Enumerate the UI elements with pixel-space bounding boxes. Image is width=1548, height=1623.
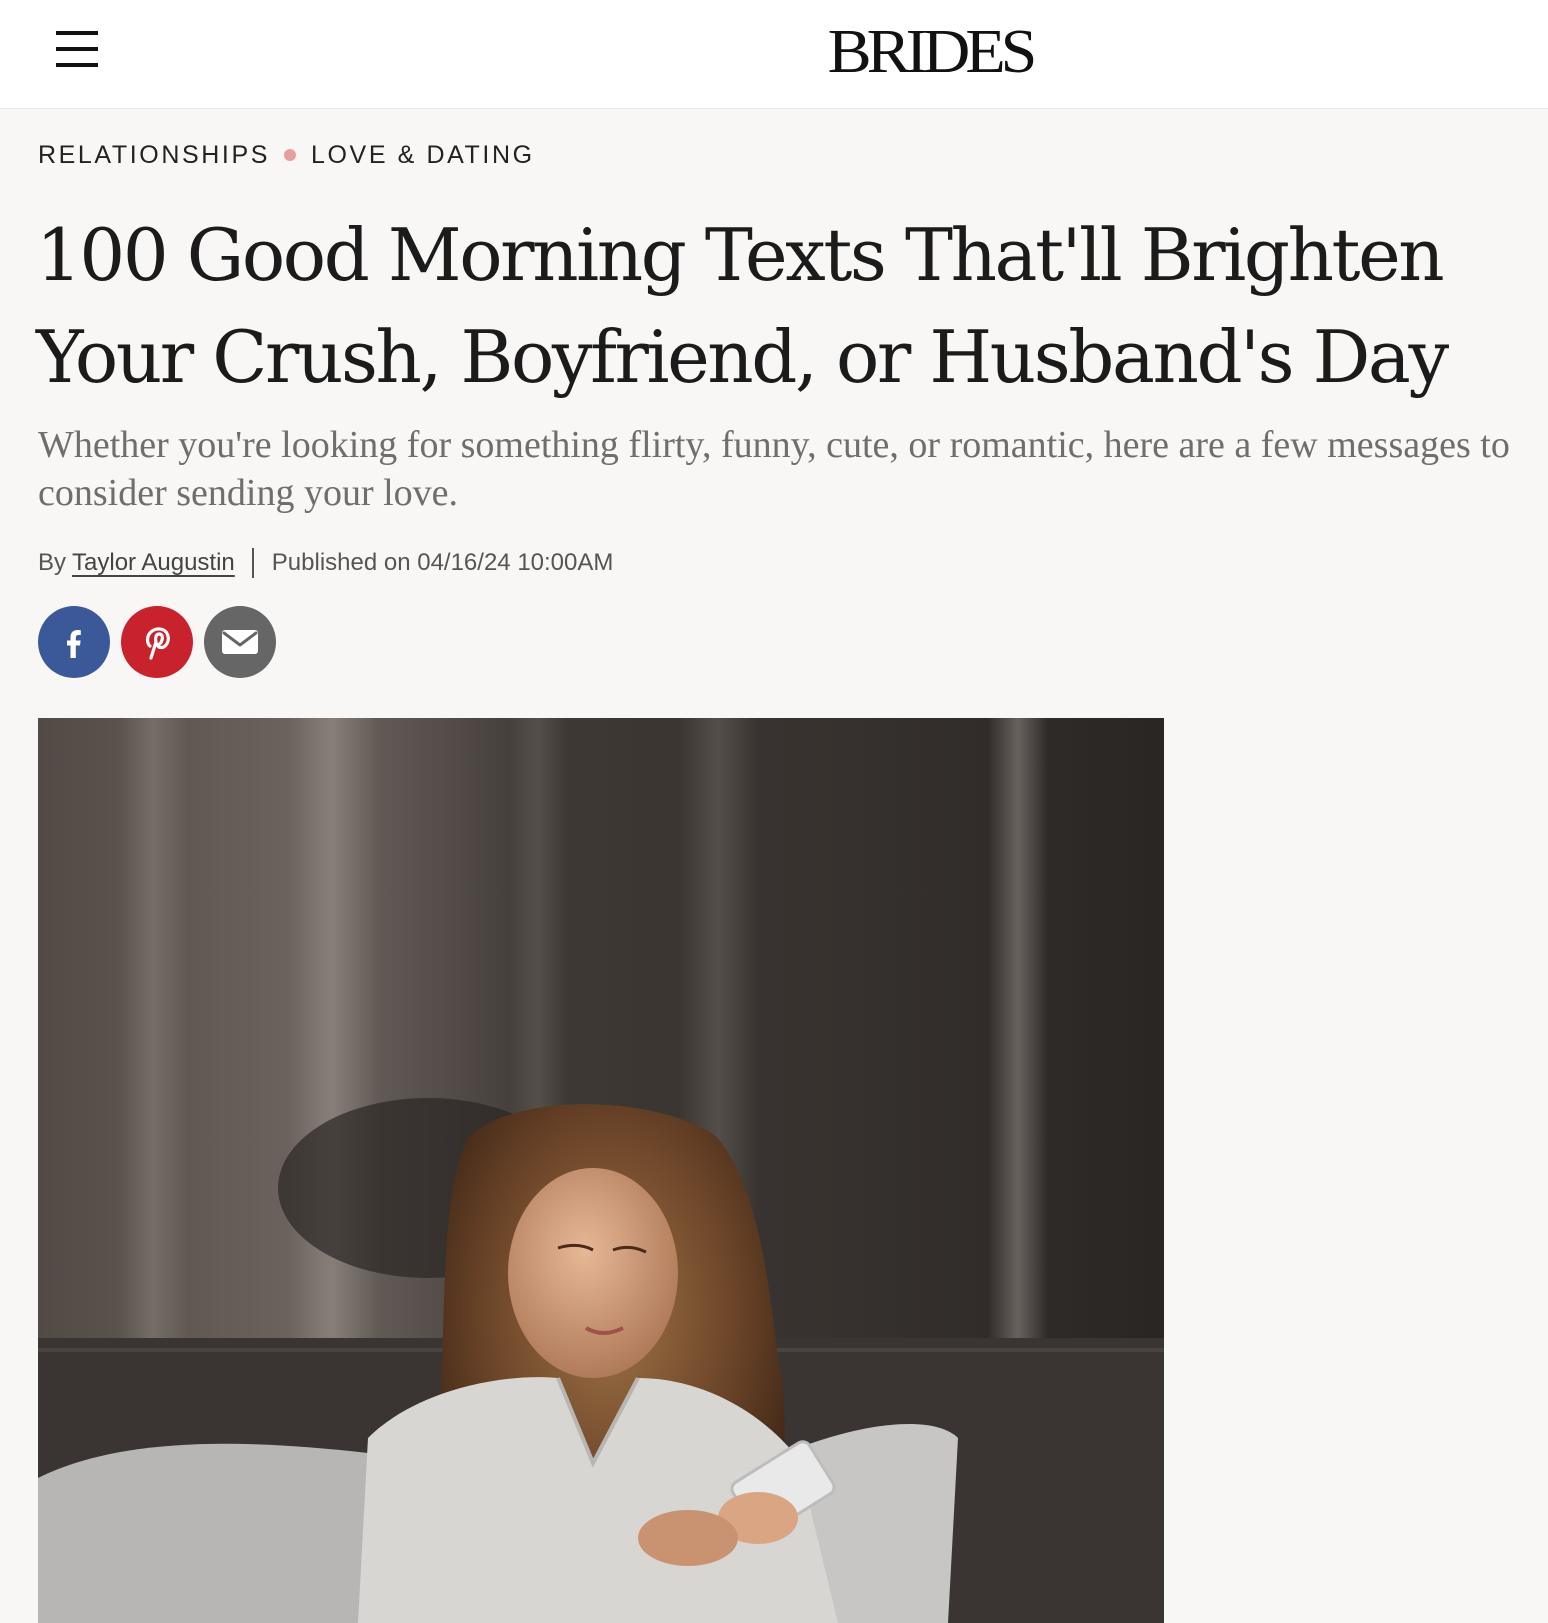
site-header: BRIDES	[0, 0, 1548, 109]
article-byline: By Taylor Augustin Published on 04/16/24…	[38, 546, 613, 580]
byline-by-label: By	[38, 549, 67, 576]
author-link[interactable]: Taylor Augustin	[72, 549, 235, 577]
hero-image	[38, 718, 1164, 1623]
breadcrumb: RELATIONSHIPS LOVE & DATING	[38, 138, 535, 172]
breadcrumb-relationships[interactable]: RELATIONSHIPS	[38, 141, 270, 170]
pinterest-icon	[145, 627, 170, 660]
brides-logo[interactable]: BRIDES	[820, 16, 1040, 88]
breadcrumb-separator-dot	[284, 149, 296, 161]
woman-in-bed-looking-at-phone-photo	[38, 718, 1164, 1623]
breadcrumb-love-dating[interactable]: LOVE & DATING	[311, 141, 535, 170]
email-icon	[222, 630, 258, 654]
byline-divider	[251, 548, 254, 578]
social-share-bar	[38, 606, 276, 678]
facebook-share-button[interactable]	[38, 606, 110, 678]
email-share-button[interactable]	[204, 606, 276, 678]
facebook-icon	[67, 630, 81, 658]
article-title: 100 Good Morning Texts That'll Brighten …	[36, 213, 1449, 399]
article-subtitle: Whether you're looking for something fli…	[38, 424, 1510, 514]
published-date: Published on 04/16/24 10:00AM	[271, 549, 614, 576]
pinterest-share-button[interactable]	[121, 606, 193, 678]
hamburger-menu-icon[interactable]	[56, 29, 98, 69]
